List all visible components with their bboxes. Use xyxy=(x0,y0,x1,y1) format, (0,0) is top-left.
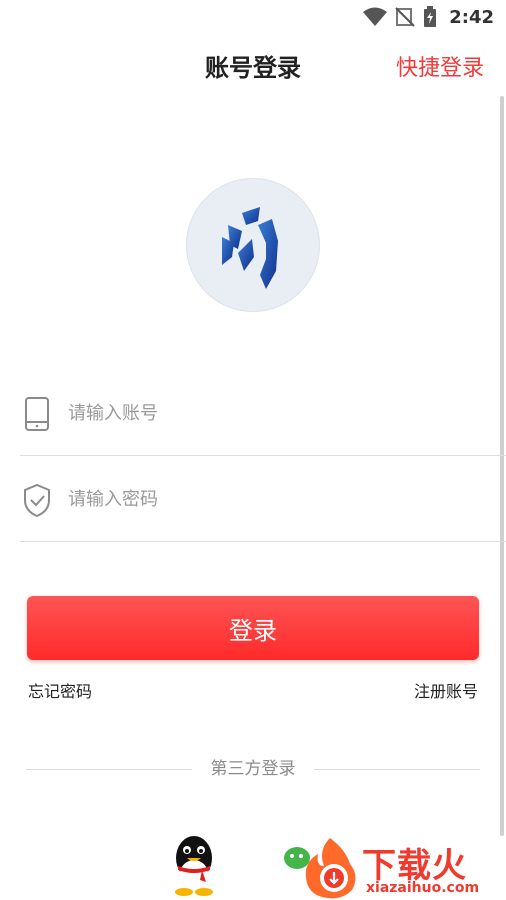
signal-off-icon xyxy=(395,7,415,27)
password-input[interactable] xyxy=(66,480,470,518)
password-field xyxy=(20,458,506,542)
login-button[interactable]: 登录 xyxy=(27,596,479,660)
wifi-icon xyxy=(363,7,388,26)
status-bar: 2:42 xyxy=(0,0,506,34)
qq-login-icon[interactable] xyxy=(168,834,220,896)
logo-mark-icon xyxy=(222,207,278,289)
title-bar: 账号登录 快捷登录 xyxy=(0,34,506,94)
quick-login-link[interactable]: 快捷登录 xyxy=(396,50,484,82)
register-link[interactable]: 注册账号 xyxy=(414,678,478,702)
forgot-password-link[interactable]: 忘记密码 xyxy=(28,678,92,702)
shield-check-icon xyxy=(24,483,50,518)
battery-charging-icon xyxy=(424,6,437,27)
watermark-url: xiazaihuo.com xyxy=(366,880,480,896)
watermark: 下载火 xiazaihuo.com xyxy=(300,836,506,900)
account-input[interactable] xyxy=(66,394,470,432)
phone-icon xyxy=(25,397,49,431)
account-field xyxy=(20,372,506,456)
app-logo xyxy=(186,178,320,312)
third-party-label: 第三方登录 xyxy=(210,759,296,779)
third-party-divider: 第三方登录 xyxy=(26,754,480,780)
status-time: 2:42 xyxy=(449,6,494,28)
flame-logo-icon xyxy=(305,838,356,899)
